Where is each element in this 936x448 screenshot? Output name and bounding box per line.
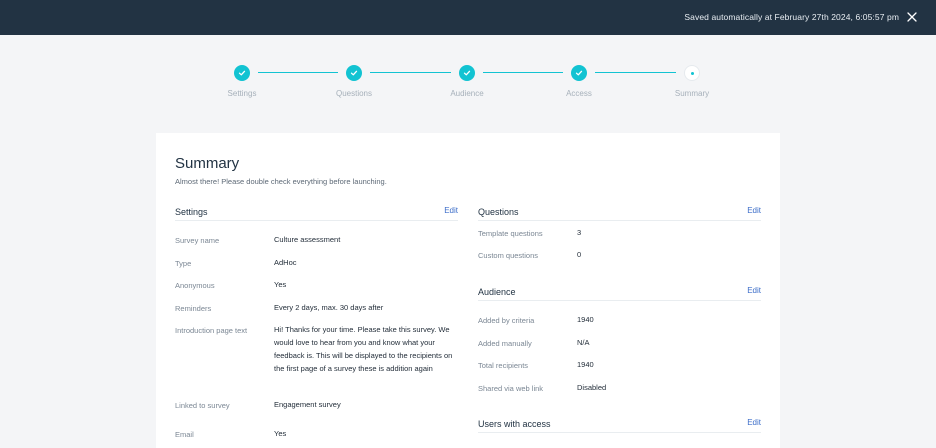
check-icon xyxy=(463,70,471,76)
audience-section-header: Audience Edit xyxy=(478,286,761,301)
edit-access-link[interactable]: Edit xyxy=(747,418,761,427)
setting-value: Yes xyxy=(274,280,287,289)
section-title: Audience xyxy=(478,287,516,297)
audience-label: Shared via web link xyxy=(478,384,544,393)
setting-value: Engagement survey xyxy=(274,400,341,409)
check-icon xyxy=(350,70,358,76)
setting-value: Every 2 days, max. 30 days after xyxy=(274,303,384,312)
question-label: Custom questions xyxy=(478,251,539,260)
setting-label: Linked to survey xyxy=(175,401,230,410)
settings-section-header: Settings Edit xyxy=(175,206,458,221)
access-section-header: Users with access Edit xyxy=(478,418,761,433)
audience-value: 1940 xyxy=(577,315,594,324)
questions-section-header: Questions Edit xyxy=(478,206,761,221)
audience-value: 1940 xyxy=(577,360,594,369)
autosave-status: Saved automatically at February 27th 202… xyxy=(684,12,899,22)
audience-label: Added manually xyxy=(478,339,532,348)
setting-label: Anonymous xyxy=(175,281,215,290)
setting-value: Yes xyxy=(274,429,287,438)
setting-label: Survey name xyxy=(175,236,220,245)
audience-label: Added by criteria xyxy=(478,316,535,325)
setting-value: AdHoc xyxy=(274,258,297,267)
setting-label: Introduction page text xyxy=(175,326,248,335)
step-done-indicator xyxy=(234,65,250,81)
edit-settings-link[interactable]: Edit xyxy=(444,206,458,215)
page-title: Summary xyxy=(175,155,240,172)
step-label: Settings xyxy=(227,89,257,98)
setting-label: Type xyxy=(175,259,192,268)
step-label: Audience xyxy=(450,89,484,98)
step-done-indicator xyxy=(459,65,475,81)
check-icon xyxy=(238,70,246,76)
step-summary[interactable]: Summary xyxy=(632,60,752,98)
question-value: 3 xyxy=(577,228,582,237)
audience-label: Total recipients xyxy=(478,361,529,370)
step-label: Access xyxy=(566,89,592,98)
section-title: Users with access xyxy=(478,419,551,429)
question-label: Template questions xyxy=(478,229,543,238)
step-label: Summary xyxy=(674,89,710,98)
edit-audience-link[interactable]: Edit xyxy=(747,286,761,295)
setting-value: Culture assessment xyxy=(274,235,341,244)
step-access[interactable]: Access xyxy=(519,60,639,98)
top-bar: Saved automatically at February 27th 202… xyxy=(0,0,936,35)
summary-card: Summary Almost there! Please double chec… xyxy=(156,133,780,448)
step-audience[interactable]: Audience xyxy=(407,60,527,98)
audience-value: Disabled xyxy=(577,383,607,392)
step-questions[interactable]: Questions xyxy=(294,60,414,98)
step-current-indicator xyxy=(684,65,700,81)
question-value: 0 xyxy=(577,250,582,259)
step-done-indicator xyxy=(571,65,587,81)
page-subtitle: Almost there! Please double check everyt… xyxy=(175,177,387,186)
edit-questions-link[interactable]: Edit xyxy=(747,206,761,215)
setting-value: Hi! Thanks for your time. Please take th… xyxy=(274,325,453,373)
setting-label: Reminders xyxy=(175,304,212,313)
progress-stepper: Settings Questions Audience Access Summa… xyxy=(0,60,936,110)
section-title: Settings xyxy=(175,207,208,217)
step-label: Questions xyxy=(335,89,373,98)
close-icon[interactable] xyxy=(905,10,919,24)
check-icon xyxy=(575,70,583,76)
setting-label: Email xyxy=(175,430,194,439)
step-settings[interactable]: Settings xyxy=(182,60,302,98)
audience-value: N/A xyxy=(577,338,590,347)
section-title: Questions xyxy=(478,207,519,217)
step-done-indicator xyxy=(346,65,362,81)
